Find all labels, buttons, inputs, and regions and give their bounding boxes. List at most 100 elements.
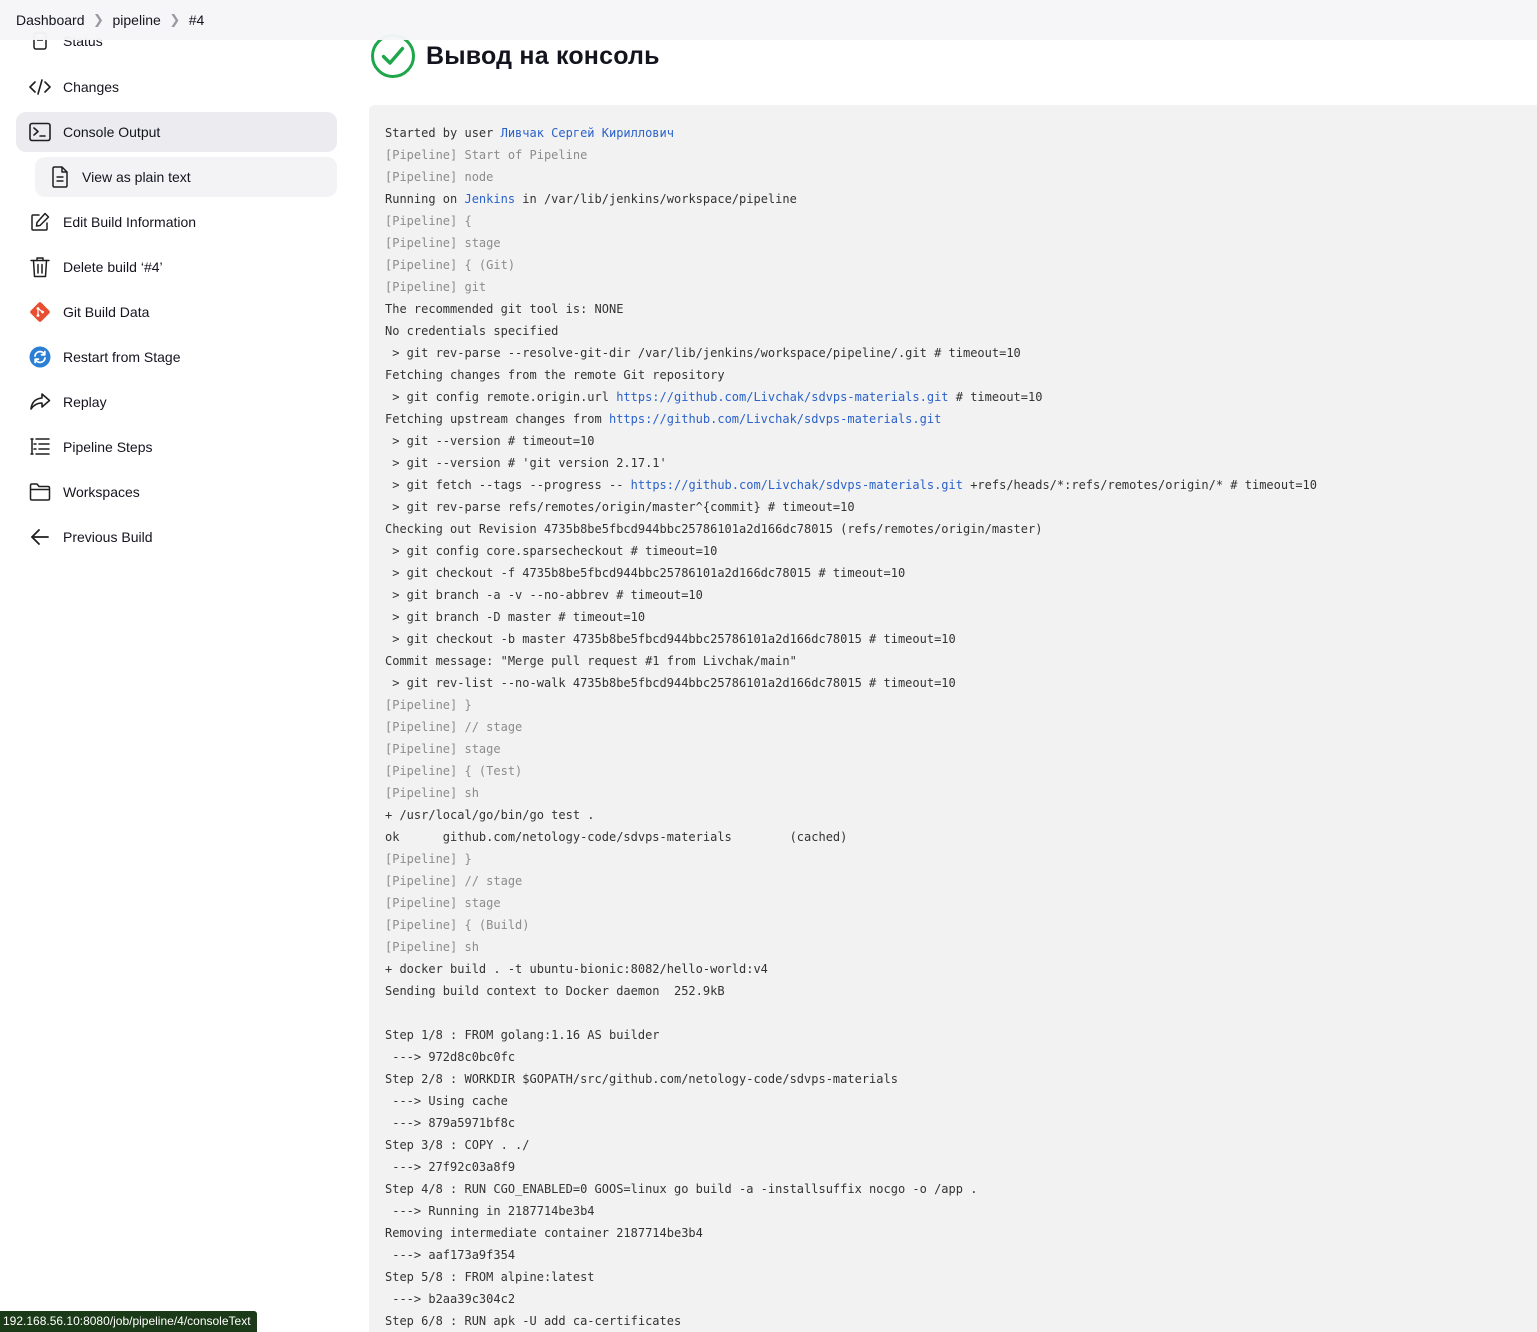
- console-text: > git rev-list --no-walk 4735b8be5fbcd94…: [385, 676, 956, 690]
- list-icon: [28, 435, 52, 459]
- sidebar-item-label: Changes: [63, 79, 120, 95]
- console-text: The recommended git tool is: NONE: [385, 302, 624, 316]
- code-icon: [28, 75, 52, 99]
- console-text: in /var/lib/jenkins/workspace/pipeline: [515, 192, 797, 206]
- breadcrumb-build[interactable]: #4: [189, 12, 205, 28]
- sidebar-item-label: Delete build ‘#4’: [63, 259, 163, 275]
- console-output: Started by user Ливчак Сергей Кириллович…: [369, 105, 1537, 1332]
- sidebar-item-view-plain-text[interactable]: View as plain text: [35, 157, 337, 197]
- console-line: [Pipeline] Start of Pipeline: [385, 144, 1537, 166]
- arrow-left-icon: [28, 525, 52, 549]
- sidebar-item-workspaces[interactable]: Workspaces: [16, 472, 337, 512]
- console-line: + /usr/local/go/bin/go test .: [385, 804, 1537, 826]
- console-text: [Pipeline] stage: [385, 236, 501, 250]
- console-text: Step 4/8 : RUN CGO_ENABLED=0 GOOS=linux …: [385, 1182, 978, 1196]
- console-text: > git fetch --tags --progress --: [385, 478, 631, 492]
- console-text: Step 3/8 : COPY . ./: [385, 1138, 530, 1152]
- sidebar-item-delete-build[interactable]: Delete build ‘#4’: [16, 247, 337, 287]
- breadcrumb-pipeline[interactable]: pipeline: [113, 12, 161, 28]
- console-text: Commit message: "Merge pull request #1 f…: [385, 654, 797, 668]
- console-text: Step 5/8 : FROM alpine:latest: [385, 1270, 595, 1284]
- console-link[interactable]: https://github.com/Livchak/sdvps-materia…: [616, 390, 948, 404]
- console-text: Running on: [385, 192, 465, 206]
- console-line: [Pipeline] stage: [385, 232, 1537, 254]
- console-link[interactable]: Jenkins: [464, 192, 515, 206]
- console-line: > git checkout -b master 4735b8be5fbcd94…: [385, 628, 1537, 650]
- console-line: ---> aaf173a9f354: [385, 1244, 1537, 1266]
- console-line: [Pipeline] stage: [385, 892, 1537, 914]
- console-text: > git rev-parse --resolve-git-dir /var/l…: [385, 346, 1021, 360]
- console-line: > git fetch --tags --progress -- https:/…: [385, 474, 1537, 496]
- console-line: [Pipeline] // stage: [385, 870, 1537, 892]
- console-line: > git rev-parse refs/remotes/origin/mast…: [385, 496, 1537, 518]
- sidebar-item-changes[interactable]: Changes: [16, 67, 337, 107]
- sidebar-item-restart-from-stage[interactable]: Restart from Stage: [16, 337, 337, 377]
- chevron-right-icon: ❯: [169, 12, 181, 27]
- console-text: [Pipeline] sh: [385, 786, 479, 800]
- console-text: Step 1/8 : FROM golang:1.16 AS builder: [385, 1028, 660, 1042]
- console-line: [Pipeline] node: [385, 166, 1537, 188]
- console-text: ---> 879a5971bf8c: [385, 1116, 516, 1130]
- terminal-icon: [28, 120, 52, 144]
- console-line: ---> Using cache: [385, 1090, 1537, 1112]
- console-line: ---> 879a5971bf8c: [385, 1112, 1537, 1134]
- console-line: > git --version # timeout=10: [385, 430, 1537, 452]
- console-text: + docker build . -t ubuntu-bionic:8082/h…: [385, 962, 768, 976]
- console-line: [Pipeline] git: [385, 276, 1537, 298]
- console-line: Started by user Ливчак Сергей Кириллович: [385, 122, 1537, 144]
- console-text: ---> Using cache: [385, 1094, 508, 1108]
- sidebar-item-label: Git Build Data: [63, 304, 150, 320]
- console-text: [Pipeline] { (Git): [385, 258, 516, 272]
- console-line: [Pipeline] stage: [385, 738, 1537, 760]
- breadcrumb-dashboard[interactable]: Dashboard: [16, 12, 85, 28]
- sidebar-item-label: Pipeline Steps: [63, 439, 153, 455]
- console-text: [Pipeline] // stage: [385, 874, 523, 888]
- console-line: ---> 27f92c03a8f9: [385, 1156, 1537, 1178]
- console-link[interactable]: https://github.com/Livchak/sdvps-materia…: [631, 478, 963, 492]
- console-line: [Pipeline] { (Test): [385, 760, 1537, 782]
- console-line: Fetching upstream changes from https://g…: [385, 408, 1537, 430]
- console-text: +refs/heads/*:refs/remotes/origin/* # ti…: [962, 478, 1317, 492]
- console-text: [Pipeline] stage: [385, 742, 501, 756]
- console-text: ---> Running in 2187714be3b4: [385, 1204, 595, 1218]
- console-line: [Pipeline] { (Git): [385, 254, 1537, 276]
- sidebar-item-replay[interactable]: Replay: [16, 382, 337, 422]
- sidebar-item-label: Console Output: [63, 124, 161, 140]
- console-text: > git rev-parse refs/remotes/origin/mast…: [385, 500, 855, 514]
- console-text: > git branch -D master # timeout=10: [385, 610, 646, 624]
- sidebar-item-pipeline-steps[interactable]: Pipeline Steps: [16, 427, 337, 467]
- console-text: > git --version # timeout=10: [385, 434, 595, 448]
- console-text: ---> 27f92c03a8f9: [385, 1160, 516, 1174]
- console-line: Removing intermediate container 2187714b…: [385, 1222, 1537, 1244]
- console-text: [Pipeline] sh: [385, 940, 479, 954]
- sidebar-item-edit-build-information[interactable]: Edit Build Information: [16, 202, 337, 242]
- console-text: [Pipeline] node: [385, 170, 494, 184]
- console-line: ---> b2aa39c304c2: [385, 1288, 1537, 1310]
- restart-icon: [28, 345, 52, 369]
- breadcrumb: Dashboard ❯ pipeline ❯ #4: [0, 0, 1537, 40]
- sidebar-item-git-build-data[interactable]: Git Build Data: [16, 292, 337, 332]
- sidebar-item-console-output[interactable]: Console Output: [16, 112, 337, 152]
- console-text: [Pipeline] { (Build): [385, 918, 530, 932]
- console-text: [Pipeline] }: [385, 852, 472, 866]
- console-line: [Pipeline] }: [385, 694, 1537, 716]
- sidebar-item-previous-build[interactable]: Previous Build: [16, 517, 337, 557]
- console-text: Started by user: [385, 126, 501, 140]
- sidebar-item-label: Restart from Stage: [63, 349, 181, 365]
- console-text: > git config remote.origin.url: [385, 390, 617, 404]
- folder-icon: [28, 480, 52, 504]
- console-text: ---> b2aa39c304c2: [385, 1292, 516, 1306]
- console-line: Fetching changes from the remote Git rep…: [385, 364, 1537, 386]
- chevron-right-icon: ❯: [93, 12, 104, 27]
- console-link[interactable]: Ливчак Сергей Кириллович: [501, 126, 674, 140]
- console-text: > git config core.sparsecheckout # timeo…: [385, 544, 718, 558]
- console-text: # timeout=10: [948, 390, 1043, 404]
- console-text: Step 2/8 : WORKDIR $GOPATH/src/github.co…: [385, 1072, 898, 1086]
- console-line: Step 3/8 : COPY . ./: [385, 1134, 1537, 1156]
- trash-icon: [28, 255, 52, 279]
- console-link[interactable]: https://github.com/Livchak/sdvps-materia…: [609, 412, 941, 426]
- sidebar-item-label: Previous Build: [63, 529, 153, 545]
- console-text: > git checkout -f 4735b8be5fbcd944bbc257…: [385, 566, 906, 580]
- console-line: Commit message: "Merge pull request #1 f…: [385, 650, 1537, 672]
- console-text: Fetching changes from the remote Git rep…: [385, 368, 725, 382]
